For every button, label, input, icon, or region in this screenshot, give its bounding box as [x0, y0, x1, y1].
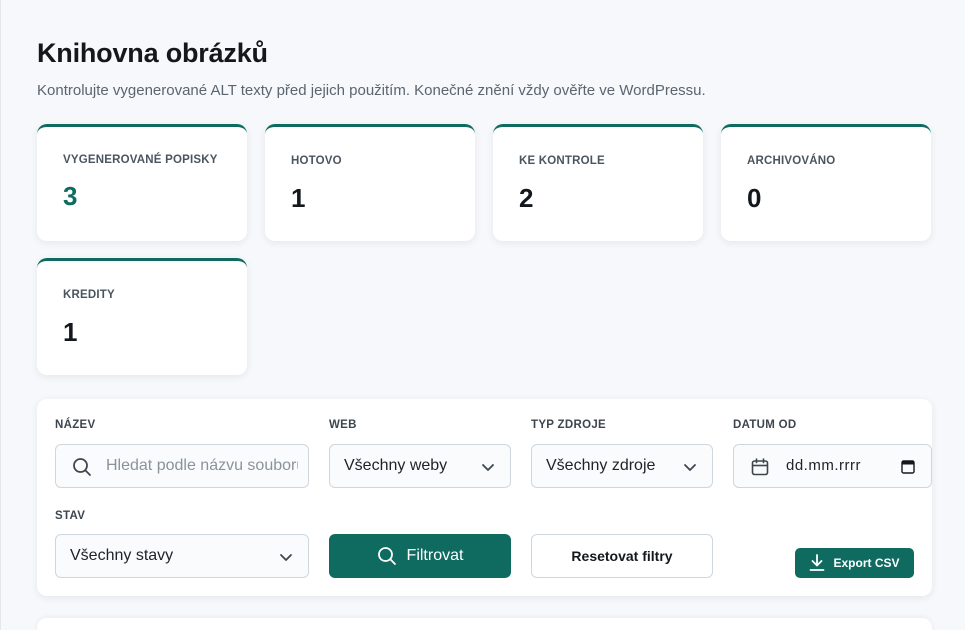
- source-type-filter-label: TYP ZDROJE: [531, 419, 606, 431]
- export-csv-button[interactable]: Export CSV: [795, 548, 914, 578]
- source-type-select[interactable]: Všechny zdroje: [531, 444, 713, 488]
- filter-panel: NÁZEV WEB Všechny weby TYP ZDROJE Všechn…: [37, 399, 932, 596]
- stat-value: 3: [63, 181, 78, 211]
- chevron-down-icon: [482, 464, 494, 471]
- name-search-field[interactable]: [55, 444, 309, 488]
- stat-card-archived: ARCHIVOVÁNO 0: [721, 124, 931, 241]
- stat-label: KREDITY: [63, 289, 115, 301]
- status-select-value: Všechny stavy: [70, 547, 174, 564]
- page-title: Knihovna obrázků: [37, 38, 268, 68]
- download-icon: [810, 554, 825, 571]
- stat-value: 0: [747, 183, 762, 213]
- stat-card-to-review: KE KONTROLE 2: [493, 124, 703, 241]
- date-picker-icon[interactable]: [901, 459, 915, 474]
- stat-card-credits: KREDITY 1: [37, 258, 247, 375]
- search-icon: [377, 547, 396, 565]
- search-icon: [73, 458, 91, 476]
- filter-button-label: Filtrovat: [406, 547, 464, 564]
- web-select-value: Všechny weby: [344, 457, 448, 474]
- image-list-panel: [37, 618, 932, 630]
- stat-value: 1: [291, 183, 306, 213]
- date-from-filter-label: DATUM OD: [733, 419, 797, 431]
- reset-filters-button[interactable]: Resetovat filtry: [531, 534, 713, 578]
- name-search-input[interactable]: [106, 457, 298, 475]
- date-from-value: dd.mm.rrrr: [786, 457, 861, 474]
- web-select[interactable]: Všechny weby: [329, 444, 511, 488]
- status-filter-label: STAV: [55, 510, 86, 522]
- source-type-select-value: Všechny zdroje: [546, 457, 656, 474]
- stat-card-generated: VYGENEROVANÉ POPISKY 3: [37, 124, 247, 241]
- stat-label: VYGENEROVANÉ POPISKY: [63, 154, 218, 166]
- date-from-field[interactable]: dd.mm.rrrr: [733, 444, 932, 488]
- status-select[interactable]: Všechny stavy: [55, 534, 309, 578]
- page-subtitle: Kontrolujte vygenerované ALT texty před …: [37, 82, 706, 99]
- stat-label: KE KONTROLE: [519, 155, 605, 167]
- calendar-icon: [751, 458, 769, 476]
- stat-label: HOTOVO: [291, 155, 342, 167]
- chevron-down-icon: [280, 554, 292, 561]
- filter-button[interactable]: Filtrovat: [329, 534, 511, 578]
- chevron-down-icon: [684, 464, 696, 471]
- web-filter-label: WEB: [329, 419, 357, 431]
- stat-card-done: HOTOVO 1: [265, 124, 475, 241]
- image-library-page: Knihovna obrázků Kontrolujte vygenerovan…: [0, 0, 965, 630]
- reset-filters-label: Resetovat filtry: [571, 548, 673, 564]
- name-filter-label: NÁZEV: [55, 419, 96, 431]
- stat-value: 1: [63, 317, 78, 347]
- export-csv-label: Export CSV: [833, 556, 900, 570]
- stat-value: 2: [519, 183, 534, 213]
- stat-label: ARCHIVOVÁNO: [747, 155, 836, 167]
